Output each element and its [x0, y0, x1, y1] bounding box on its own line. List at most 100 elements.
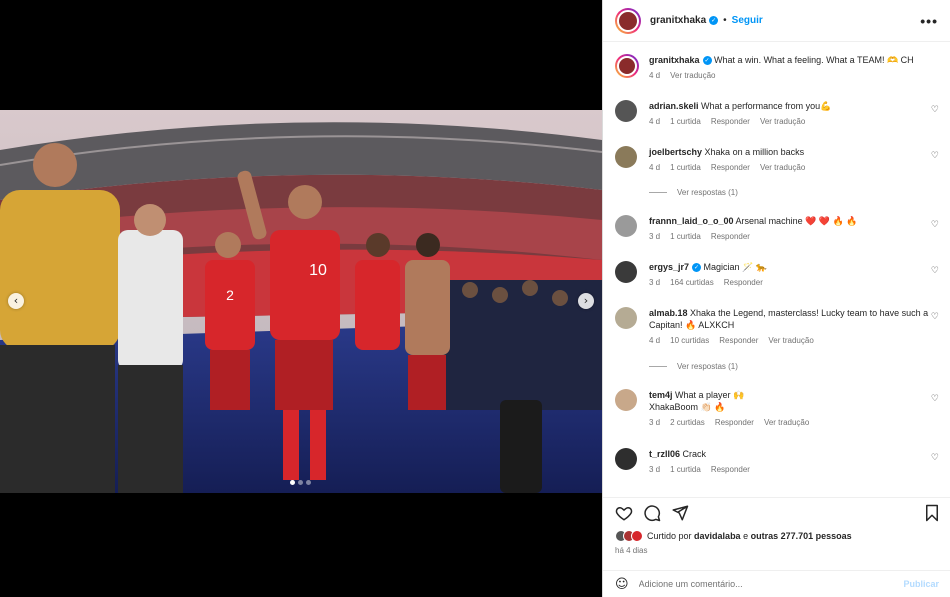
comment-text: Arsenal machine ❤️ ❤️ 🔥 🔥 — [735, 216, 858, 226]
post-header: granitxhaka ✓ • Seguir ••• — [603, 0, 950, 42]
like-comment-heart-icon[interactable]: ♡ — [931, 151, 939, 161]
commenter-avatar[interactable] — [615, 307, 637, 329]
comment-likes[interactable]: 1 curtida — [670, 464, 701, 476]
liked-by-others[interactable]: outras 277.701 pessoas — [751, 531, 852, 541]
reply-button[interactable]: Responder — [719, 335, 758, 347]
like-comment-heart-icon[interactable]: ♡ — [931, 105, 939, 115]
comment-age: 3 d — [649, 278, 661, 287]
like-comment-heart-icon[interactable]: ♡ — [931, 220, 939, 230]
commenter-avatar[interactable] — [615, 389, 637, 411]
comment-likes[interactable]: 1 curtida — [670, 231, 701, 243]
comment-username[interactable]: frannn_laid_o_o_00 — [649, 216, 734, 226]
reply-button[interactable]: Responder — [711, 231, 750, 243]
author-avatar[interactable] — [615, 54, 639, 78]
comment-likes[interactable]: 10 curtidas — [670, 335, 709, 347]
reply-button[interactable]: Responder — [715, 417, 754, 429]
caption-text: What a win. What a feeling. What a TEAM!… — [714, 55, 914, 65]
carousel-indicator — [290, 480, 311, 485]
reply-button[interactable]: Responder — [724, 277, 763, 289]
carousel-dot — [290, 480, 295, 485]
previous-photo-button[interactable]: ‹ — [8, 293, 24, 309]
dot-separator: • — [723, 15, 727, 26]
comment-likes[interactable]: 1 curtida — [670, 116, 701, 128]
carousel-dot — [306, 480, 311, 485]
comment-age: 4 d — [649, 117, 661, 126]
comment-likes[interactable]: 1 curtida — [670, 162, 701, 174]
comment-input[interactable] — [638, 579, 904, 589]
comment-text: Xhaka the Legend, masterclass! Lucky tea… — [649, 308, 929, 330]
commenter-avatar[interactable] — [615, 100, 637, 122]
comment-age: 4 d — [649, 336, 661, 345]
verified-badge-icon: ✓ — [702, 56, 712, 66]
see-translation-link[interactable]: Ver tradução — [760, 162, 805, 174]
add-comment-bar: ☺ Publicar — [603, 570, 950, 597]
comment-text: What a player 🙌 — [675, 390, 745, 400]
more-options-icon[interactable]: ••• — [920, 13, 938, 29]
commenter-avatar[interactable] — [615, 215, 637, 237]
see-translation-link[interactable]: Ver tradução — [760, 116, 805, 128]
commenter-avatar[interactable] — [615, 146, 637, 168]
reply-button[interactable]: Responder — [711, 116, 750, 128]
like-heart-icon[interactable] — [615, 504, 633, 522]
comment-username[interactable]: t_rzll06 — [649, 449, 680, 459]
svg-text:10: 10 — [309, 262, 327, 279]
post-sidebar: granitxhaka ✓ • Seguir ••• granitxhaka ✓ … — [602, 0, 950, 597]
view-replies-button[interactable]: Ver respostas (1) — [649, 362, 738, 371]
comment-age: 3 d — [649, 418, 661, 427]
author-avatar[interactable] — [615, 7, 641, 34]
comment-username[interactable]: adrian.skeli — [649, 101, 699, 111]
see-translation-link[interactable]: Ver tradução — [768, 335, 813, 347]
comment-age: 4 d — [649, 163, 661, 172]
like-comment-heart-icon[interactable]: ♡ — [931, 266, 939, 276]
comment-text-line-2: XhakaBoom 👏🏻 🔥 — [649, 402, 726, 412]
comment-text: Magician 🪄 🐆 — [703, 262, 767, 272]
caption-username[interactable]: granitxhaka — [649, 55, 700, 65]
comment-username[interactable]: ergys_jr7 — [649, 262, 689, 272]
post-photo[interactable]: 2 10 — [0, 110, 602, 493]
share-send-icon[interactable] — [671, 504, 689, 522]
replies-divider — [649, 366, 667, 367]
instagram-post-view: 2 10 ‹ › granitxhaka ✓ • Seguir ••• gran… — [0, 0, 950, 597]
comment-likes[interactable]: 164 curtidas — [670, 277, 714, 289]
comment-likes[interactable]: 2 curtidas — [670, 417, 705, 429]
comment-text: Crack — [682, 449, 707, 459]
comment-username[interactable]: almab.18 — [649, 308, 688, 318]
reply-button[interactable]: Responder — [711, 162, 750, 174]
follow-button[interactable]: Seguir — [732, 15, 763, 26]
media-panel: 2 10 ‹ › — [0, 0, 602, 597]
save-bookmark-icon[interactable] — [923, 504, 941, 522]
liked-by-row: Curtido por davidalaba e outras 277.701 … — [615, 530, 852, 542]
see-translation-link[interactable]: Ver tradução — [670, 70, 715, 82]
author-username[interactable]: granitxhaka — [650, 15, 706, 26]
view-replies-button[interactable]: Ver respostas (1) — [649, 188, 738, 197]
smiley-icon[interactable]: ☺ — [615, 577, 629, 592]
comment-age: 3 d — [649, 465, 661, 474]
commenter-avatar[interactable] — [615, 448, 637, 470]
liker-avatar[interactable] — [631, 530, 643, 542]
verified-badge-icon: ✓ — [709, 16, 719, 25]
post-date: há 4 dias — [615, 546, 648, 555]
see-translation-link[interactable]: Ver tradução — [764, 417, 809, 429]
comment-username[interactable]: tem4j — [649, 390, 673, 400]
reply-button[interactable]: Responder — [711, 464, 750, 476]
publish-button[interactable]: Publicar — [903, 579, 939, 589]
replies-divider — [649, 192, 667, 193]
comment-text: What a performance from you💪 — [701, 101, 832, 111]
commenter-avatar[interactable] — [615, 261, 637, 283]
carousel-dot — [298, 480, 303, 485]
comment-age: 3 d — [649, 232, 661, 241]
like-comment-heart-icon[interactable]: ♡ — [931, 312, 939, 322]
post-actions-bar — [603, 497, 950, 525]
comments-list[interactable]: granitxhaka ✓ What a win. What a feeling.… — [603, 42, 950, 492]
liked-by-middle: e — [743, 531, 749, 541]
next-photo-button[interactable]: › — [578, 293, 594, 309]
caption-age: 4 d — [649, 71, 661, 80]
svg-text:2: 2 — [226, 287, 234, 303]
liked-by-user[interactable]: davidalaba — [694, 531, 741, 541]
view-replies-label: Ver respostas (1) — [677, 188, 738, 197]
comment-username[interactable]: joelbertschy — [649, 147, 702, 157]
view-replies-label: Ver respostas (1) — [677, 362, 738, 371]
comment-bubble-icon[interactable] — [643, 504, 661, 522]
like-comment-heart-icon[interactable]: ♡ — [931, 453, 939, 463]
like-comment-heart-icon[interactable]: ♡ — [931, 394, 939, 404]
